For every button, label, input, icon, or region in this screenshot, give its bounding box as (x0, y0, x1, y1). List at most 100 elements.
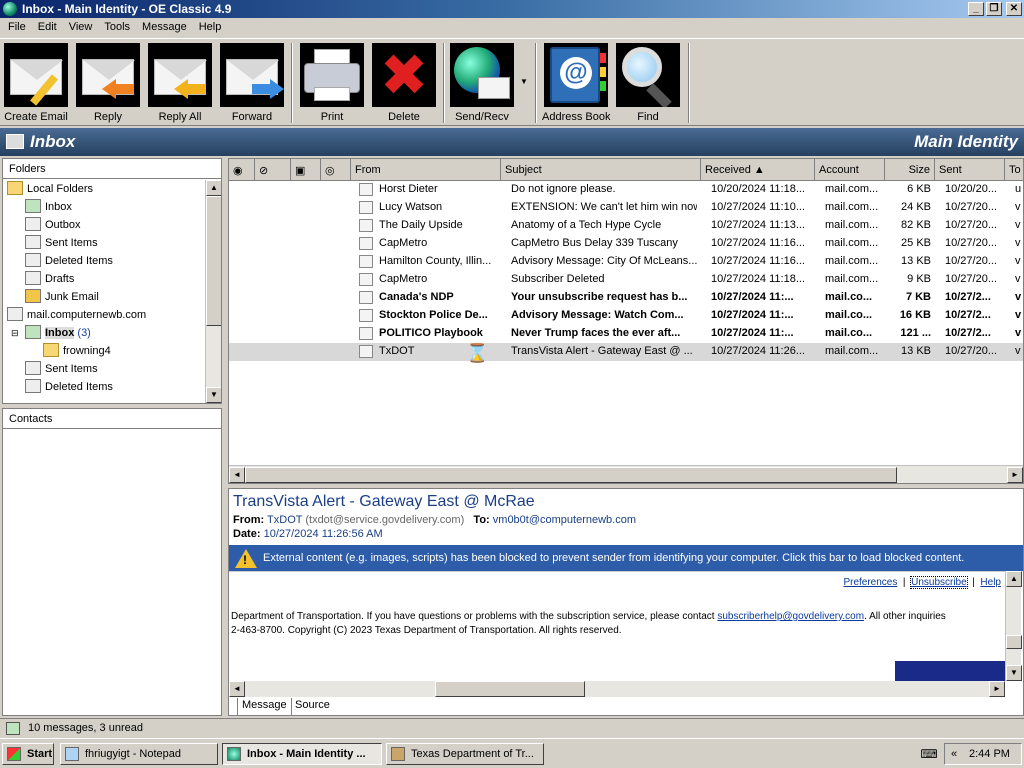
folders-pane-header: Folders (3, 159, 221, 179)
message-row[interactable]: POLITICO Playbook Never Trump faces the e… (229, 325, 1023, 343)
cell-sent: 10/20/20... (945, 183, 997, 195)
message-row[interactable]: Hamilton County, Illin... Advisory Messag… (229, 253, 1023, 271)
scroll-thumb[interactable] (435, 681, 585, 697)
folder-junk-email[interactable]: Junk Email (25, 288, 99, 306)
delete-button[interactable]: ✖ Delete (370, 43, 438, 123)
folder-deleted-items-account[interactable]: Deleted Items (25, 378, 113, 396)
blocked-content-bar[interactable]: ! External content (e.g. images, scripts… (229, 545, 1023, 571)
menu-help[interactable]: Help (193, 18, 228, 38)
message-row[interactable]: Lucy Watson EXTENSION: We can't let him w… (229, 199, 1023, 217)
scroll-right-icon[interactable]: ► (1007, 467, 1023, 483)
column-subject[interactable]: Subject (501, 159, 701, 181)
sort-ascending-icon: ▲ (753, 164, 765, 176)
scroll-left-icon[interactable]: ◄ (229, 467, 245, 483)
read-envelope-icon (359, 237, 373, 250)
folder-local-folders[interactable]: Local Folders (7, 180, 93, 198)
folder-deleted-items[interactable]: Deleted Items (25, 252, 113, 270)
preview-vscrollbar[interactable]: ▲ ▼ (1005, 571, 1022, 681)
magnifier-icon (616, 43, 680, 107)
scroll-left-icon[interactable]: ◄ (229, 681, 245, 697)
message-row[interactable]: TxDOT TransVista Alert - Gateway East @ .… (229, 343, 1023, 361)
column-to[interactable]: To (1005, 159, 1023, 181)
folder-inbox-local[interactable]: Inbox (25, 198, 72, 216)
menu-view[interactable]: View (63, 18, 99, 38)
unsubscribe-link[interactable]: Unsubscribe (910, 576, 968, 589)
cell-from: The Daily Upside (379, 219, 463, 231)
find-button[interactable]: Find (614, 43, 682, 123)
reply-all-icon (148, 43, 212, 107)
cell-received: 10/27/2024 11:13... (711, 219, 805, 231)
task-inbox[interactable]: Inbox - Main Identity ... (222, 743, 382, 765)
cell-subject: TransVista Alert - Gateway East @ ... (511, 345, 693, 357)
priority-column-icon[interactable]: ◉ (229, 159, 255, 181)
scroll-thumb[interactable] (206, 196, 221, 326)
cell-account: mail.com... (825, 345, 879, 357)
column-account[interactable]: Account (815, 159, 885, 181)
attachment-column-icon[interactable]: ⊘ (255, 159, 291, 181)
message-row[interactable]: Stockton Police De... Advisory Message: W… (229, 307, 1023, 325)
folder-frowning4[interactable]: frowning4 (43, 342, 111, 360)
list-hscrollbar[interactable]: ◄ ► (229, 465, 1023, 483)
menu-edit[interactable]: Edit (32, 18, 63, 38)
restore-button[interactable]: ❐ (986, 2, 1002, 16)
cell-size: 13 KB (901, 345, 931, 357)
start-button[interactable]: Start (2, 743, 54, 765)
column-sent[interactable]: Sent (935, 159, 1005, 181)
cell-to: v (1015, 255, 1021, 267)
tray-expand-icon[interactable]: « (951, 744, 957, 764)
task-notepad[interactable]: fhriugyigt - Notepad (60, 743, 218, 765)
message-row[interactable]: CapMetro Subscriber Deleted 10/27/2024 11:… (229, 271, 1023, 289)
send-recv-dropdown-icon[interactable]: ▼ (520, 77, 528, 86)
message-row[interactable]: Horst Dieter Do not ignore please. 10/20/2… (229, 181, 1023, 199)
message-row[interactable]: The Daily Upside Anatomy of a Tech Hype C… (229, 217, 1023, 235)
scroll-right-icon[interactable]: ► (989, 681, 1005, 697)
scroll-down-icon[interactable]: ▼ (1006, 665, 1022, 681)
folders-scrollbar[interactable]: ▲ ▼ (205, 180, 221, 403)
message-row[interactable]: Canada's NDP Your unsubscribe request has… (229, 289, 1023, 307)
preview-pane: TransVista Alert - Gateway East @ McRae … (228, 488, 1024, 716)
send-recv-button[interactable]: Send/Recv (448, 43, 516, 123)
message-row[interactable]: CapMetro CapMetro Bus Delay 339 Tuscany 10… (229, 235, 1023, 253)
help-link[interactable]: Help (980, 577, 1001, 588)
keyboard-tray-icon[interactable]: ⌨ (916, 743, 942, 765)
task-texas-dot[interactable]: Texas Department of Tr... (386, 743, 544, 765)
scroll-up-icon[interactable]: ▲ (206, 180, 221, 196)
tab-message[interactable]: Message (237, 698, 292, 715)
message-list: ◉ ⊘ ▣ ◎ From Subject Received ▲ Account … (228, 158, 1024, 484)
column-received[interactable]: Received ▲ (701, 159, 815, 181)
menu-message[interactable]: Message (136, 18, 193, 38)
flag-column-icon[interactable]: ▣ (291, 159, 321, 181)
close-button[interactable]: ✕ (1006, 2, 1022, 16)
preview-hscrollbar[interactable]: ◄ ► (229, 681, 1005, 697)
preferences-link[interactable]: Preferences (843, 577, 897, 588)
create-email-button[interactable]: Create Email (2, 43, 70, 123)
account-mail-computernewb[interactable]: mail.computernewb.com (7, 306, 146, 324)
reply-button[interactable]: Reply (74, 43, 142, 123)
windows-logo-icon (7, 747, 21, 761)
column-size[interactable]: Size (885, 159, 935, 181)
menu-file[interactable]: File (2, 18, 32, 38)
tab-source[interactable]: Source (291, 698, 334, 715)
contacts-pane-header[interactable]: Contacts (3, 409, 221, 429)
menu-tools[interactable]: Tools (98, 18, 136, 38)
column-from[interactable]: From (351, 159, 501, 181)
folder-inbox-account[interactable]: Inbox (3) (25, 324, 91, 342)
subscriberhelp-link[interactable]: subscriberhelp@govdelivery.com (717, 611, 864, 622)
watch-column-icon[interactable]: ◎ (321, 159, 351, 181)
scroll-thumb[interactable] (245, 467, 897, 483)
scroll-down-icon[interactable]: ▼ (206, 387, 221, 403)
print-button[interactable]: Print (298, 43, 366, 123)
address-book-button[interactable]: @ Address Book (542, 43, 610, 123)
collapse-icon[interactable]: ⊟ (11, 324, 19, 342)
minimize-button[interactable]: _ (968, 2, 984, 16)
cell-sent: 10/27/2... (945, 327, 991, 339)
reply-all-button[interactable]: Reply All (146, 43, 214, 123)
forward-button[interactable]: Forward (218, 43, 286, 123)
inbox-icon (6, 134, 24, 149)
folder-sent-items-account[interactable]: Sent Items (25, 360, 98, 378)
folder-drafts[interactable]: Drafts (25, 270, 74, 288)
folder-outbox[interactable]: Outbox (25, 216, 80, 234)
folder-sent-items[interactable]: Sent Items (25, 234, 98, 252)
scroll-up-icon[interactable]: ▲ (1006, 571, 1022, 587)
scroll-thumb[interactable] (1006, 635, 1022, 649)
